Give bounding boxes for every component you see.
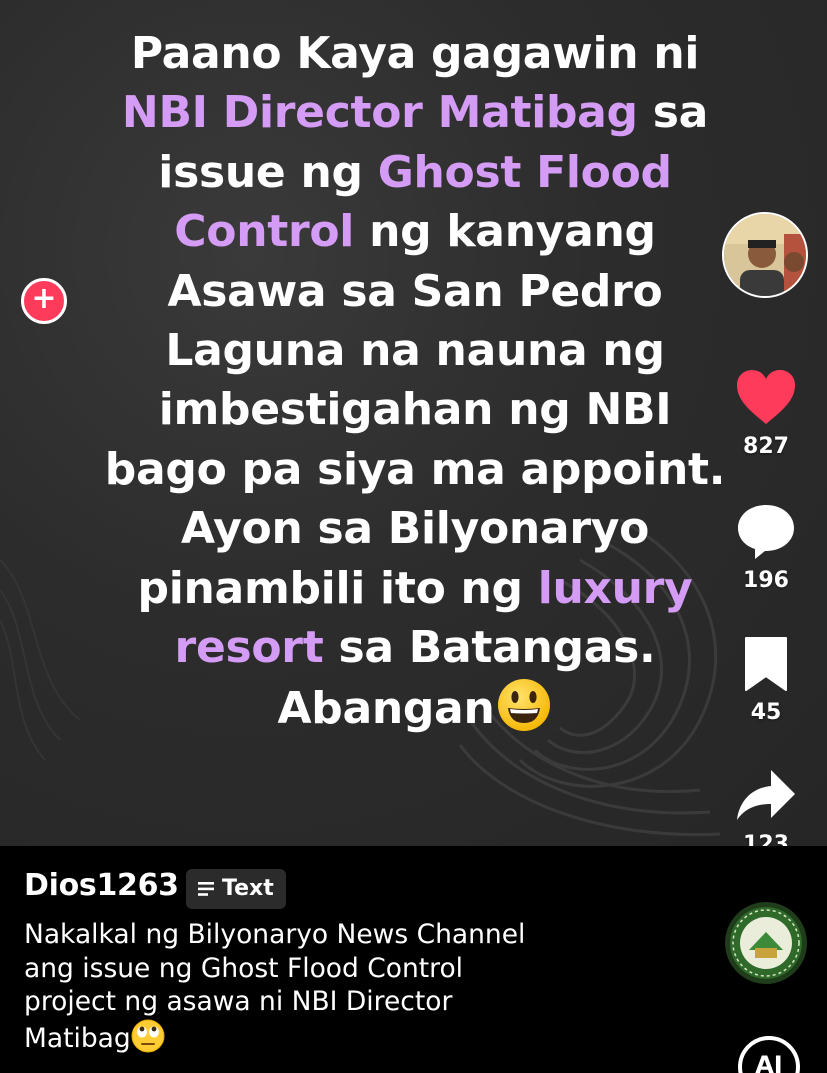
like-button[interactable]: 827	[716, 368, 816, 459]
caption-line: NBI Director Matibag sa	[70, 83, 760, 142]
caption-segment: Paano Kaya gagawin ni	[130, 28, 700, 79]
caption-line: issue ng Ghost Flood	[70, 143, 760, 202]
text-badge-label: Text	[222, 876, 274, 901]
caption-segment: imbestigahan ng NBI	[158, 384, 672, 436]
video-caption: Paano Kaya gagawin ni NBI Director Matiba…	[70, 24, 760, 739]
caption-segment: bago pa siya ma appoint.	[104, 443, 726, 495]
caption-line: Abangan	[70, 677, 760, 738]
description-text: Nakalkal ng Bilyonaryo News Channel ang …	[24, 919, 526, 1054]
bookmark-icon	[745, 637, 787, 691]
grinning-face-emoji-icon	[498, 679, 551, 732]
caption-segment: issue ng	[158, 146, 378, 198]
caption-line: Laguna na nauna ng	[70, 321, 760, 380]
comment-button[interactable]: 196	[716, 502, 816, 593]
caption-line: Paano Kaya gagawin ni	[70, 24, 760, 83]
caption-segment: Ayon sa Bilyonaryo	[180, 503, 650, 555]
caption-line: Asawa sa San Pedro	[70, 262, 760, 321]
creator-username[interactable]: Dios1263	[24, 868, 179, 903]
like-count: 827	[743, 434, 789, 459]
comment-count: 196	[743, 568, 789, 593]
video-player[interactable]: Paano Kaya gagawin ni NBI Director Matiba…	[0, 0, 827, 846]
caption-line: Ayon sa Bilyonaryo	[70, 499, 760, 558]
caption-segment: sa	[637, 87, 709, 139]
caption-line: resort sa Batangas.	[70, 618, 760, 677]
caption-segment: sa Batangas.	[323, 622, 656, 674]
caption-segment: Laguna na nauna ng	[165, 325, 665, 377]
caption-highlight: luxury	[537, 562, 693, 614]
creator-avatar-wrap[interactable]	[722, 212, 810, 322]
caption-line: imbestigahan ng NBI	[70, 380, 760, 439]
text-lines-icon	[198, 882, 214, 896]
caption-line: bago pa siya ma appoint.	[70, 440, 760, 499]
save-count: 45	[750, 700, 782, 725]
caption-segment: ng kanyang	[354, 206, 656, 258]
caption-segment: pinambili ito ng	[137, 562, 538, 614]
caption-highlight: NBI Director Matibag	[121, 87, 638, 139]
text-post-badge[interactable]: Text	[186, 869, 286, 909]
sound-disc[interactable]	[725, 902, 807, 984]
share-arrow-icon	[737, 770, 795, 820]
caption-highlight: resort	[174, 622, 324, 674]
save-button[interactable]: 45	[716, 636, 816, 725]
heart-icon	[737, 370, 795, 424]
caption-segment: Abangan	[277, 683, 495, 735]
comment-bubble-icon	[738, 505, 794, 559]
share-button[interactable]: 123	[716, 766, 816, 857]
caption-segment: Asawa sa San Pedro	[167, 265, 663, 317]
caption-highlight: Ghost Flood	[377, 146, 672, 198]
avatar-photo	[724, 214, 806, 296]
follow-button[interactable]: +	[21, 278, 67, 324]
caption-highlight: Control	[174, 206, 355, 258]
rolling-eyes-emoji-icon	[131, 1019, 165, 1052]
video-feed-screen: Paano Kaya gagawin ni NBI Director Matiba…	[0, 0, 827, 1073]
creator-avatar[interactable]	[722, 212, 808, 298]
caption-line: Control ng kanyang	[70, 202, 760, 261]
community-seal-icon	[725, 902, 807, 984]
post-description[interactable]: Nakalkal ng Bilyonaryo News Channel ang …	[24, 918, 664, 1055]
plus-icon: +	[31, 281, 57, 316]
caption-line: pinambili ito ng luxury	[70, 559, 760, 618]
